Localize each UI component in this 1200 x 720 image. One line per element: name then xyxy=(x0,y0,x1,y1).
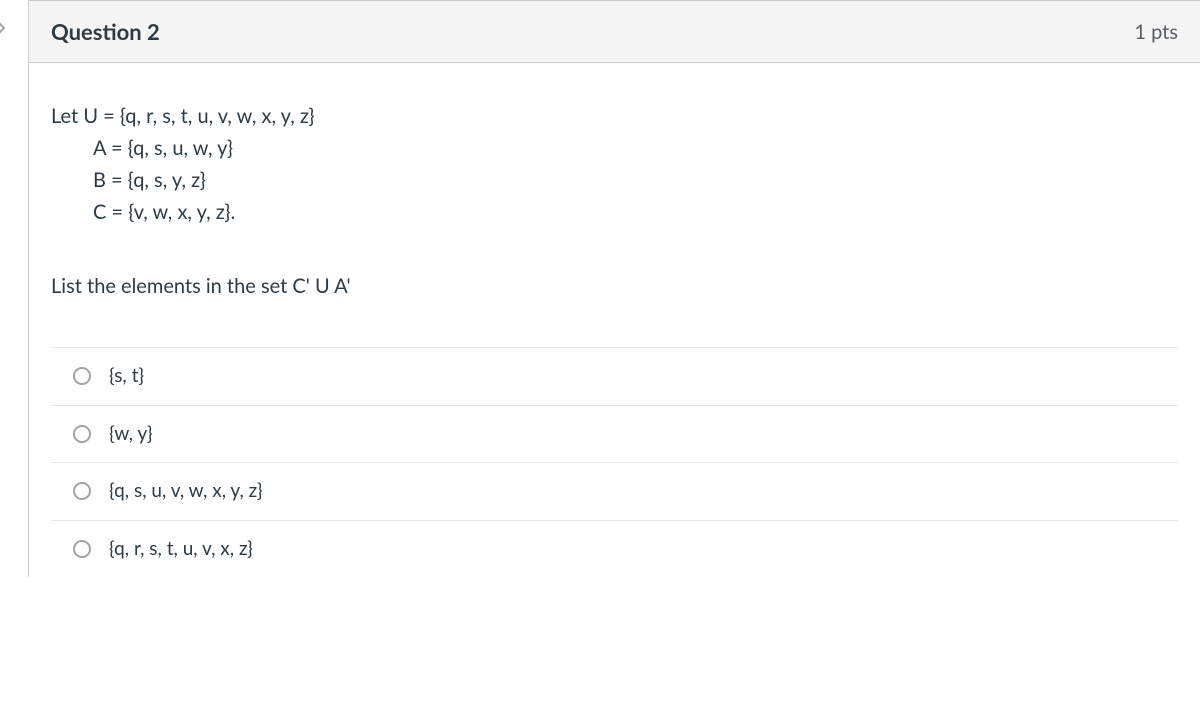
question-stem: Let U = {q, r, s, t, u, v, w, x, y, z} A… xyxy=(51,101,1178,227)
question-points: 1 pts xyxy=(1134,17,1178,47)
stem-line-u: Let U = {q, r, s, t, u, v, w, x, y, z} xyxy=(51,101,1178,131)
answer-label: {q, r, s, t, u, v, x, z} xyxy=(109,535,253,564)
answer-label: {q, s, u, v, w, x, y, z} xyxy=(109,477,263,506)
question-body: Let U = {q, r, s, t, u, v, w, x, y, z} A… xyxy=(29,63,1200,577)
question-card: Question 2 1 pts Let U = {q, r, s, t, u,… xyxy=(28,0,1200,577)
answer-option[interactable]: {w, y} xyxy=(51,406,1178,464)
answer-label: {w, y} xyxy=(109,420,153,449)
question-header: Question 2 1 pts xyxy=(29,1,1200,63)
answer-label: {s, t} xyxy=(109,362,144,391)
answer-radio[interactable] xyxy=(73,540,91,558)
stem-line-a: A = {q, s, u, w, y} xyxy=(51,133,1178,163)
answer-radio[interactable] xyxy=(73,367,91,385)
answer-radio[interactable] xyxy=(73,425,91,443)
stem-line-b: B = {q, s, y, z} xyxy=(51,165,1178,195)
answer-option[interactable]: {s, t} xyxy=(51,348,1178,406)
answer-option[interactable]: {q, s, u, v, w, x, y, z} xyxy=(51,463,1178,521)
answers-list: {s, t} {w, y} {q, s, u, v, w, x, y, z} {… xyxy=(51,347,1178,577)
chevron-right-icon xyxy=(0,16,6,43)
question-title: Question 2 xyxy=(51,15,160,48)
question-prompt: List the elements in the set C' U A' xyxy=(51,271,1178,301)
page-root: Question 2 1 pts Let U = {q, r, s, t, u,… xyxy=(0,0,1200,720)
answer-radio[interactable] xyxy=(73,482,91,500)
stem-line-c: C = {v, w, x, y, z}. xyxy=(51,197,1178,227)
answer-option[interactable]: {q, r, s, t, u, v, x, z} xyxy=(51,521,1178,578)
